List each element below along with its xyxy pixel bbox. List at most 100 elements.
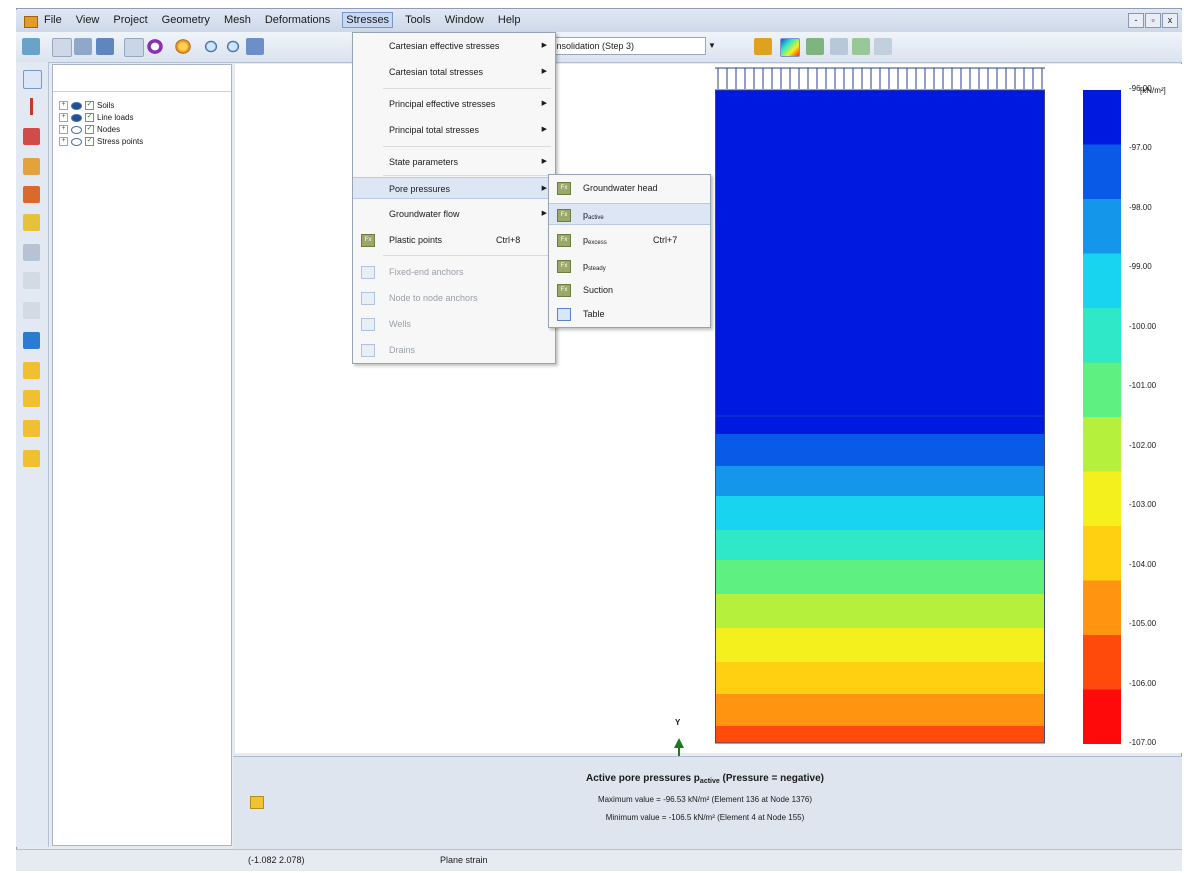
- chevron-down-icon[interactable]: ▼: [708, 41, 716, 50]
- visibility-icon[interactable]: [71, 137, 82, 146]
- menu-tools[interactable]: Tools: [403, 14, 433, 28]
- soil-contour-plot[interactable]: [715, 62, 1045, 744]
- menu-item-pore-pressures[interactable]: Pore pressures ▶: [353, 177, 555, 199]
- expand-icon[interactable]: +: [59, 113, 68, 122]
- curves-icon[interactable]: [23, 158, 40, 175]
- tree-item-soils[interactable]: + ✓ Soils: [59, 101, 114, 110]
- max-value-line: Maximum value = -96.53 kN/m² (Element 13…: [597, 795, 813, 804]
- contour-icon: Fx: [557, 260, 571, 273]
- contour-band: [715, 416, 1045, 434]
- menu-mesh[interactable]: Mesh: [222, 14, 253, 28]
- stresses-menu: Cartesian effective stresses ▶ Cartesian …: [352, 32, 556, 364]
- legend-band: [1083, 471, 1121, 527]
- zoom-in-icon[interactable]: [202, 38, 220, 55]
- checkbox[interactable]: ✓: [85, 137, 94, 146]
- zoom-window-icon[interactable]: [246, 38, 264, 55]
- legend-tick-label: -96.00: [1129, 84, 1152, 93]
- menu-item-principal-effective[interactable]: Principal effective stresses ▶: [353, 93, 555, 115]
- menu-item-cartesian-effective[interactable]: Cartesian effective stresses ▶: [353, 35, 555, 57]
- comment-icon[interactable]: [23, 420, 40, 437]
- menu-help[interactable]: Help: [496, 14, 523, 28]
- checkbox[interactable]: ✓: [85, 101, 94, 110]
- print-icon[interactable]: [74, 38, 92, 55]
- legend-tick-label: -106.00: [1129, 678, 1157, 688]
- settings-icon[interactable]: [174, 38, 192, 55]
- legend-tick-label: -101.00: [1129, 381, 1157, 391]
- tree-search-box[interactable]: [53, 65, 231, 92]
- copy-icon[interactable]: [52, 38, 72, 57]
- contour-band: [715, 434, 1045, 466]
- menu-item-state-parameters[interactable]: State parameters ▶: [353, 151, 555, 173]
- tree-item-label: Stress points: [97, 137, 144, 146]
- expand-icon[interactable]: +: [59, 101, 68, 110]
- visibility-icon[interactable]: [71, 101, 82, 110]
- plastic-points-icon: Fx: [361, 234, 375, 247]
- tree-item-stress-points[interactable]: + ✓ Stress points: [59, 137, 143, 146]
- image-icon[interactable]: [124, 38, 144, 57]
- menu-view[interactable]: View: [74, 14, 102, 28]
- legend-color-bar: [1083, 90, 1121, 745]
- pore-pressures-submenu: Fx Groundwater head Fx pactive Fx pexcess Ct…: [548, 174, 711, 328]
- scale-icon[interactable]: [23, 244, 40, 261]
- shadings-icon[interactable]: [780, 38, 800, 57]
- report-icon[interactable]: [96, 38, 114, 55]
- zoom-out-icon[interactable]: [224, 38, 242, 55]
- expand-icon[interactable]: +: [59, 125, 68, 134]
- contour-band: [715, 530, 1045, 560]
- tree-item-label: Line loads: [97, 113, 134, 122]
- checkbox[interactable]: ✓: [85, 125, 94, 134]
- visibility-icon[interactable]: [71, 125, 82, 134]
- legend-band: [1083, 308, 1121, 363]
- tree-item-nodes[interactable]: + ✓ Nodes: [59, 125, 120, 134]
- calculate-icon[interactable]: [22, 38, 40, 55]
- menu-item-suction[interactable]: Fx Suction: [549, 279, 710, 301]
- phase-select[interactable]: Consolidation (Step 3): [538, 37, 706, 55]
- contour-band: [715, 726, 1045, 743]
- maximize-button[interactable]: ▫: [1145, 13, 1161, 28]
- edit-icon[interactable]: [23, 450, 40, 467]
- model-type: Plane strain: [440, 855, 488, 865]
- menu-item-p-excess[interactable]: Fx pexcess Ctrl+7: [549, 229, 710, 251]
- label-icon[interactable]: [23, 362, 40, 379]
- minimize-button[interactable]: -: [1128, 13, 1144, 28]
- stress-lines-icon[interactable]: [754, 38, 772, 55]
- annotation-icon[interactable]: [23, 390, 40, 407]
- menu-item-principal-total[interactable]: Principal total stresses ▶: [353, 119, 555, 141]
- rotate-icon[interactable]: [146, 38, 164, 55]
- table-icon: [361, 266, 375, 279]
- legend-band: [1083, 90, 1121, 145]
- selection-icon[interactable]: [23, 70, 42, 89]
- hint-icon[interactable]: [23, 214, 40, 231]
- contour-icon: Fx: [557, 234, 571, 247]
- checkbox[interactable]: ✓: [85, 113, 94, 122]
- select-points-icon[interactable]: [23, 128, 40, 145]
- crosses-icon[interactable]: [874, 38, 892, 55]
- menu-project[interactable]: Project: [111, 14, 149, 28]
- tree-item-line-loads[interactable]: + ✓ Line loads: [59, 113, 133, 122]
- arrows-icon[interactable]: [806, 38, 824, 55]
- cross-section-icon[interactable]: [23, 98, 40, 115]
- menu-item-groundwater-flow[interactable]: Groundwater flow ▶: [353, 203, 555, 225]
- legend-tick-label: -99.00: [1129, 262, 1152, 272]
- menu-item-table[interactable]: Table: [549, 303, 710, 325]
- menu-item-p-active[interactable]: Fx pactive: [549, 203, 710, 225]
- principal-directions-icon[interactable]: [830, 38, 848, 55]
- close-button[interactable]: x: [1162, 13, 1178, 28]
- legend-tick-label: -103.00: [1129, 500, 1157, 510]
- menu-item-cartesian-total[interactable]: Cartesian total stresses ▶: [353, 61, 555, 83]
- menu-window[interactable]: Window: [443, 14, 486, 28]
- menu-stresses[interactable]: Stresses: [342, 12, 394, 28]
- menu-geometry[interactable]: Geometry: [160, 14, 212, 28]
- vectors-icon[interactable]: [852, 38, 870, 55]
- legend-band: [1083, 199, 1121, 254]
- visibility-icon[interactable]: [71, 113, 82, 122]
- menu-item-plastic-points[interactable]: Fx Plastic points Ctrl+8: [353, 229, 555, 251]
- menu-deformations[interactable]: Deformations: [263, 14, 332, 28]
- expand-icon[interactable]: +: [59, 137, 68, 146]
- table-icon[interactable]: [23, 186, 40, 203]
- menu-item-p-steady[interactable]: Fx psteady: [549, 255, 710, 277]
- info-icon[interactable]: [23, 332, 40, 349]
- menu-item-node-to-node-anchors: Node to node anchors: [353, 287, 555, 309]
- menu-file[interactable]: File: [42, 14, 64, 28]
- menu-item-groundwater-head[interactable]: Fx Groundwater head: [549, 177, 710, 199]
